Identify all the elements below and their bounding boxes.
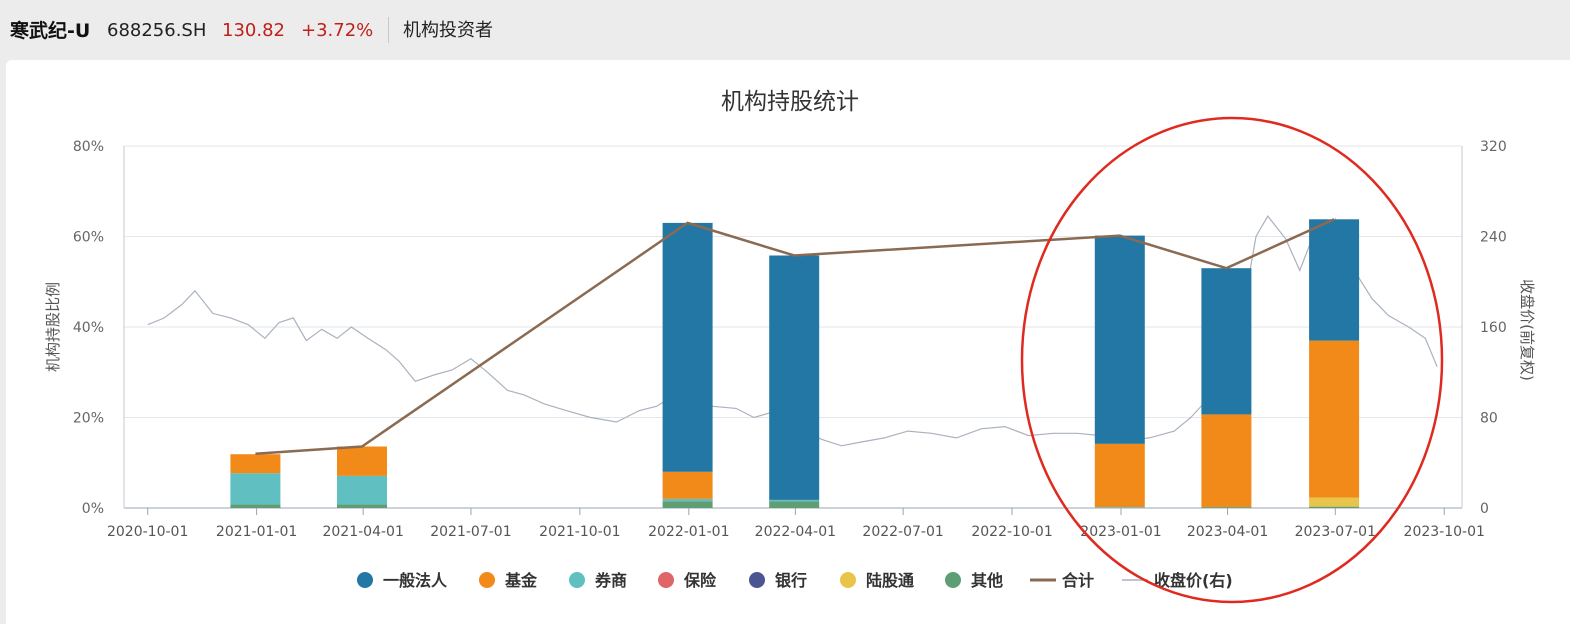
x-tick-label: 2022-01-01 (648, 524, 729, 540)
y2-tick-label: 80 (1480, 411, 1498, 427)
bar-segment (1201, 268, 1252, 415)
y-tick-label: 20% (73, 411, 104, 427)
y2-tick-label: 0 (1480, 501, 1489, 517)
legend-label: 银行 (775, 571, 807, 590)
y2-tick-label: 240 (1480, 230, 1507, 246)
bar-segment (230, 504, 281, 508)
x-tick-label: 2021-07-01 (430, 524, 511, 540)
legend-marker (840, 572, 856, 588)
bar-segment (662, 222, 713, 472)
bar-segment (337, 475, 387, 505)
bar-segment (1094, 507, 1145, 508)
bar-segment (769, 501, 820, 508)
bar-segment (1309, 506, 1360, 508)
bar-segment (769, 255, 820, 500)
bar-segment (662, 498, 713, 502)
bar-segment (230, 454, 281, 474)
bar-segment (662, 471, 713, 499)
legend-marker (569, 572, 585, 588)
legend-label: 保险 (683, 571, 717, 590)
legend-label: 合计 (1062, 571, 1094, 590)
x-tick-label: 2022-04-01 (755, 524, 836, 540)
y-tick-label: 80% (73, 139, 104, 155)
bar-segment (1309, 340, 1360, 498)
bar-segment (1201, 507, 1252, 508)
x-tick-label: 2021-10-01 (539, 524, 620, 540)
y2-axis-title: 收盘价(前复权) (1518, 279, 1536, 381)
legend-marker (945, 572, 961, 588)
institutional-holdings-chart: 机构持股统计0%20%40%60%80%080160240320机构持股比例 收盘… (44, 89, 1536, 604)
x-tick-label: 2023-07-01 (1295, 524, 1376, 540)
y2-tick-label: 320 (1480, 139, 1507, 155)
x-tick-label: 2023-04-01 (1187, 524, 1268, 540)
legend-label: 其他 (971, 571, 1003, 590)
bar-segment (1094, 235, 1145, 444)
x-tick-label: 2021-04-01 (322, 524, 403, 540)
bar-segment (662, 501, 713, 508)
legend-marker (357, 572, 373, 588)
bar-segment (230, 473, 281, 505)
x-tick-label: 2023-10-01 (1404, 524, 1485, 540)
x-tick-label: 2020-10-01 (107, 524, 188, 540)
legend-label: 基金 (504, 571, 538, 590)
legend-label: 收盘价(右) (1154, 571, 1233, 590)
bar-segment (1309, 497, 1360, 507)
x-tick-label: 2023-01-01 (1080, 524, 1161, 540)
bar-segment (769, 499, 820, 502)
chart-title: 机构持股统计 (721, 89, 859, 115)
legend-marker (749, 572, 765, 588)
bar-segment (337, 446, 387, 476)
legend-marker (658, 572, 674, 588)
x-tick-label: 2021-01-01 (216, 524, 297, 540)
legend-marker (479, 572, 495, 588)
y-tick-label: 60% (73, 230, 104, 246)
bar-segment (337, 504, 387, 508)
bar-segment (1201, 414, 1252, 508)
bar-segment (1309, 219, 1360, 341)
bar-segment (1094, 443, 1145, 508)
y-tick-label: 0% (82, 501, 104, 517)
y-tick-label: 40% (73, 320, 104, 336)
x-tick-label: 2022-10-01 (971, 524, 1052, 540)
legend-label: 券商 (594, 571, 627, 590)
legend-label: 一般法人 (383, 571, 448, 590)
y-axis-title: 机构持股比例 (44, 282, 62, 372)
legend-label: 陆股通 (866, 571, 914, 590)
x-tick-label: 2022-07-01 (862, 524, 943, 540)
y2-tick-label: 160 (1480, 320, 1507, 336)
